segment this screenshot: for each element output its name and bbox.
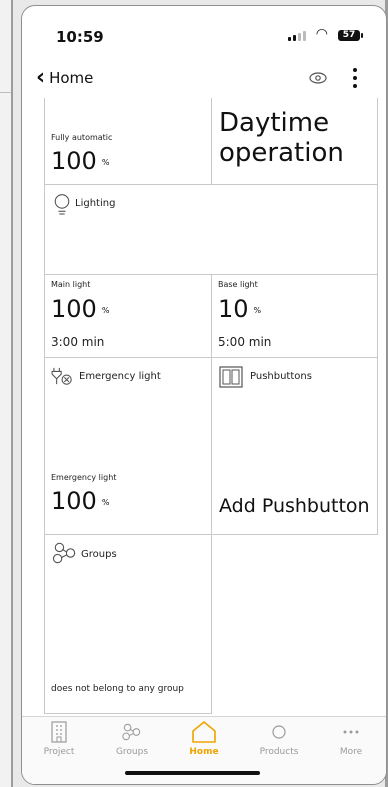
emergency-light-value: 100% [51, 487, 110, 515]
tab-home-label: Home [189, 747, 219, 757]
lighting-title: Lighting [75, 198, 116, 209]
left-screenshot-edge [0, 0, 13, 787]
signal-icon [288, 31, 306, 41]
main-light-value: 100% [51, 295, 110, 323]
groups-title: Groups [81, 549, 117, 560]
phone-screen: 10:59 ◠ 57 ‹ Home Fully automatic 100% D… [21, 5, 387, 785]
base-light-time: 5:00 min [218, 335, 272, 349]
add-pushbutton-button[interactable]: Add Pushbutton [219, 495, 370, 517]
groups-icon [52, 542, 76, 564]
fully-automatic-label: Fully automatic [51, 133, 113, 142]
more-options-icon[interactable] [350, 66, 360, 90]
pushbutton-icon [219, 366, 243, 388]
fully-automatic-value: 100% [51, 147, 110, 175]
main-light-tile[interactable]: Main light 100% 3:00 min [44, 274, 212, 358]
back-label: Home [49, 69, 94, 87]
tab-more-label: More [339, 747, 363, 757]
home-icon [192, 721, 216, 743]
chevron-left-icon: ‹ [36, 65, 46, 90]
base-light-label: Base light [218, 280, 258, 289]
groups-icon [122, 723, 141, 741]
daytime-operation-tile[interactable]: Daytime operation [211, 98, 378, 185]
emergency-light-label: Emergency light [51, 473, 117, 482]
emergency-light-tile[interactable]: Emergency light Emergency light 100% [44, 357, 212, 535]
status-time: 10:59 [56, 28, 104, 46]
daytime-line2: operation [219, 138, 344, 168]
back-button[interactable]: ‹ Home [36, 65, 94, 90]
tab-products[interactable]: Products [244, 721, 314, 757]
lightbulb-icon [54, 194, 70, 215]
battery-icon: 57 [338, 30, 363, 41]
tab-products-label: Products [259, 747, 299, 757]
project-icon [51, 721, 67, 743]
tab-project-label: Project [43, 747, 75, 757]
base-light-value: 10% [218, 295, 262, 323]
products-icon [272, 725, 286, 739]
tab-project[interactable]: Project [24, 721, 94, 757]
emergency-light-title: Emergency light [79, 371, 161, 382]
navigation-bar: ‹ Home [22, 58, 386, 98]
tab-groups[interactable]: Groups [97, 721, 167, 757]
daytime-line1: Daytime [219, 108, 330, 138]
wifi-icon: ◠ [315, 26, 328, 42]
pushbuttons-tile[interactable]: Pushbuttons Add Pushbutton [211, 357, 378, 535]
more-icon [343, 730, 359, 734]
eye-icon[interactable] [308, 69, 328, 87]
groups-tile[interactable]: Groups does not belong to any group [44, 534, 212, 714]
tab-more[interactable]: More [316, 721, 386, 757]
base-light-tile[interactable]: Base light 10% 5:00 min [211, 274, 378, 358]
tab-groups-label: Groups [115, 747, 149, 757]
pushbuttons-title: Pushbuttons [250, 371, 312, 382]
emergency-light-icon [51, 367, 72, 385]
home-indicator [125, 771, 260, 775]
tab-home[interactable]: Home [169, 721, 239, 757]
status-bar: 10:59 ◠ 57 [22, 6, 386, 58]
groups-status: does not belong to any group [51, 684, 184, 694]
main-light-time: 3:00 min [51, 335, 105, 349]
fully-automatic-tile[interactable]: Fully automatic 100% [44, 98, 212, 185]
main-light-label: Main light [51, 280, 91, 289]
